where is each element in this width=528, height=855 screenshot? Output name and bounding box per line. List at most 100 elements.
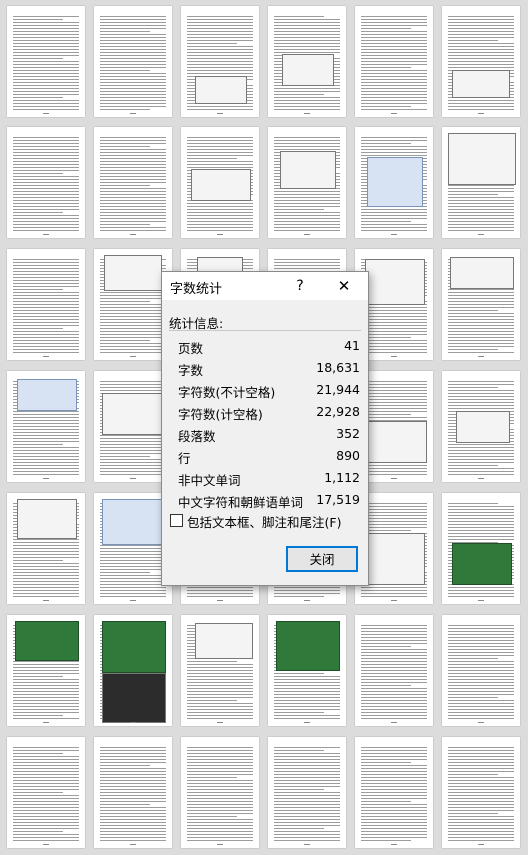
text-line [361, 789, 427, 790]
text-line [187, 58, 253, 59]
page-number [478, 478, 484, 479]
page-thumbnail [442, 493, 520, 604]
text-line [100, 227, 166, 228]
text-line [361, 837, 427, 838]
text-line [13, 280, 79, 281]
text-line [187, 709, 253, 710]
close-icon[interactable]: ✕ [324, 274, 364, 298]
text-line [274, 221, 340, 222]
text-line [448, 100, 514, 101]
text-line [100, 756, 166, 757]
text-line [13, 70, 79, 71]
text-line [448, 628, 514, 629]
text-line [448, 340, 514, 341]
text-line [448, 55, 514, 56]
text-line [13, 813, 79, 814]
text-line [100, 774, 166, 775]
text-line [13, 840, 79, 841]
text-line [187, 750, 253, 751]
text-line [100, 459, 166, 460]
text-line [13, 100, 79, 101]
text-line [361, 679, 427, 680]
text-line [448, 816, 514, 817]
text-line [100, 587, 166, 588]
text-line [100, 771, 166, 772]
page-number [478, 600, 484, 601]
text-line [361, 515, 427, 516]
text-line [100, 331, 166, 332]
text-line [361, 810, 427, 811]
text-line [13, 572, 79, 573]
text-line [13, 289, 63, 290]
text-line [13, 768, 79, 769]
text-line [100, 343, 166, 344]
page-thumbnail [268, 6, 346, 117]
text-line [13, 569, 79, 570]
text-line [361, 49, 427, 50]
text-line [13, 143, 79, 144]
stat-row-non-chinese-words: 非中文单词 1,112 [178, 468, 360, 488]
text-line [361, 628, 427, 629]
text-line [13, 170, 79, 171]
text-line [13, 432, 79, 433]
help-button[interactable]: ? [280, 275, 320, 297]
text-line [361, 506, 427, 507]
text-line [187, 106, 253, 107]
text-line [274, 822, 340, 823]
include-textboxes-checkbox[interactable] [170, 514, 183, 527]
text-line [13, 578, 79, 579]
text-line [100, 840, 166, 841]
text-line [448, 533, 514, 534]
text-line [13, 58, 63, 59]
close-button[interactable]: 关闭 [286, 546, 358, 572]
text-line [13, 215, 79, 216]
text-line [13, 816, 79, 817]
text-line [13, 161, 79, 162]
text-line [274, 801, 340, 802]
text-line [361, 777, 427, 778]
text-line [448, 774, 498, 775]
text-line [448, 49, 514, 50]
text-line [100, 596, 166, 597]
text-line [100, 182, 166, 183]
text-line [13, 28, 79, 29]
text-line [187, 792, 253, 793]
text-line [274, 203, 340, 204]
text-line [448, 43, 514, 44]
text-line [361, 768, 427, 769]
page-thumbnail [7, 6, 85, 117]
text-line [448, 679, 514, 680]
text-line [13, 73, 79, 74]
text-line [448, 509, 514, 510]
text-line [187, 212, 253, 213]
text-line [448, 789, 514, 790]
page-thumbnail [268, 737, 346, 848]
text-line [361, 22, 427, 23]
page-thumbnail [94, 127, 172, 238]
include-textboxes-option[interactable]: 包括文本框、脚注和尾注(F) [170, 512, 364, 530]
text-line [13, 762, 79, 763]
text-line [448, 688, 514, 689]
text-line [187, 694, 253, 695]
text-line [274, 771, 340, 772]
text-line [361, 694, 427, 695]
text-line [448, 646, 514, 647]
text-line [13, 587, 79, 588]
text-line [187, 807, 253, 808]
text-line [187, 140, 253, 141]
text-line [187, 206, 253, 207]
text-line [100, 444, 166, 445]
text-line [13, 828, 79, 829]
text-line [13, 25, 79, 26]
text-line [361, 634, 427, 635]
text-line [361, 816, 427, 817]
text-line [187, 819, 253, 820]
text-line [361, 85, 427, 86]
text-line [13, 417, 79, 418]
text-line [100, 804, 150, 805]
text-line [100, 209, 166, 210]
include-textboxes-label[interactable]: 包括文本框、脚注和尾注(F) [187, 512, 341, 531]
page-number [304, 844, 310, 845]
text-line [100, 218, 166, 219]
text-line [274, 197, 340, 198]
